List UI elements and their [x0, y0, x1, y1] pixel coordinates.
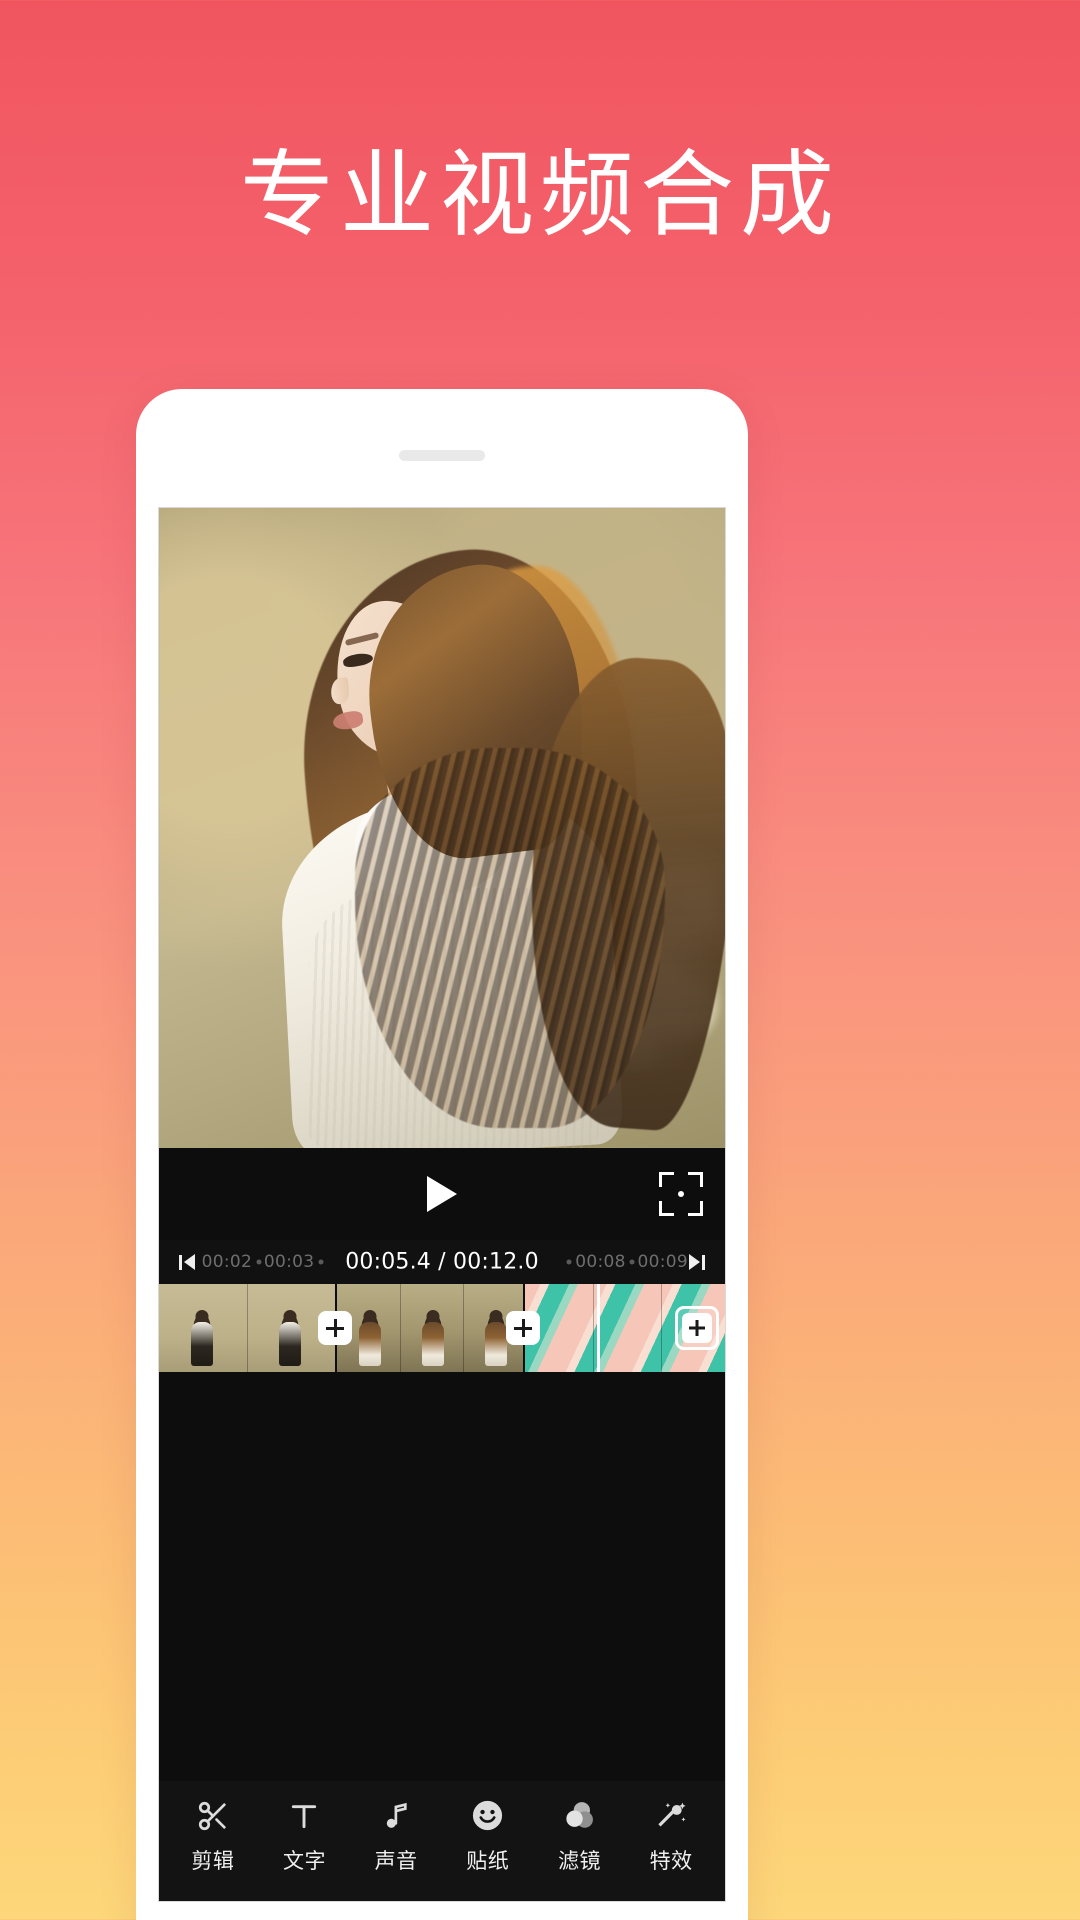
add-clip-button[interactable]	[675, 1306, 719, 1350]
time-ruler[interactable]: 00:02 00:03 00:05.4 / 00:12.0 00:08 00:0…	[159, 1240, 725, 1284]
bottom-toolbar: 剪辑 文字 声音 贴纸 滤镜 特效	[159, 1781, 725, 1901]
ruler-tick-label: 00:09	[637, 1252, 688, 1272]
scissors-icon	[196, 1798, 230, 1834]
ruler-tick-dot	[629, 1259, 635, 1265]
tool-label: 声音	[374, 1848, 418, 1873]
ruler-tick-label: 00:08	[575, 1252, 626, 1272]
tool-effect[interactable]: 特效	[627, 1798, 715, 1875]
skip-previous-icon[interactable]	[179, 1254, 195, 1270]
time-readout: 00:05.4 / 00:12.0	[345, 1249, 539, 1275]
tool-edit[interactable]: 剪辑	[169, 1798, 257, 1875]
ruler-tick-label: 00:03	[263, 1252, 315, 1272]
tool-label: 滤镜	[557, 1848, 601, 1873]
tool-label: 剪辑	[191, 1848, 235, 1873]
timeline-clip[interactable]	[335, 1284, 523, 1372]
tool-label: 特效	[649, 1848, 693, 1873]
app-screen: 00:02 00:03 00:05.4 / 00:12.0 00:08 00:0…	[158, 507, 726, 1902]
transition-add-button[interactable]	[318, 1311, 352, 1345]
crop-center-dot-icon	[678, 1191, 684, 1197]
skip-next-icon[interactable]	[689, 1254, 705, 1270]
timeline-clip[interactable]	[159, 1284, 335, 1372]
tool-filter[interactable]: 滤镜	[535, 1798, 623, 1875]
timeline-empty-area	[159, 1372, 725, 1522]
clip-timeline[interactable]	[159, 1284, 725, 1372]
playhead[interactable]	[597, 1284, 600, 1372]
video-preview[interactable]	[159, 508, 725, 1148]
play-icon	[427, 1176, 457, 1212]
tool-audio[interactable]: 声音	[352, 1798, 440, 1875]
text-t-icon	[288, 1798, 320, 1834]
page-title: 专业视频合成	[0, 141, 1080, 250]
crop-fullscreen-button[interactable]	[659, 1172, 703, 1216]
phone-mockup: 00:02 00:03 00:05.4 / 00:12.0 00:08 00:0…	[136, 389, 748, 1920]
magic-wand-icon	[654, 1798, 689, 1834]
player-controls	[159, 1148, 725, 1240]
ruler-tick-label: 00:02	[201, 1252, 253, 1272]
portrait-subject	[159, 508, 725, 1148]
music-note-icon	[380, 1798, 412, 1834]
ruler-tick-dot	[318, 1259, 324, 1265]
ruler-tick-dot	[566, 1259, 572, 1265]
tool-label: 贴纸	[466, 1848, 510, 1873]
tool-sticker[interactable]: 贴纸	[444, 1798, 532, 1875]
tool-text[interactable]: 文字	[260, 1798, 348, 1875]
add-clip-icon	[682, 1313, 712, 1343]
speaker-grille-icon	[399, 450, 485, 461]
headline-text: 专业视频合成	[239, 141, 840, 250]
smiley-icon	[470, 1798, 505, 1834]
play-button[interactable]	[419, 1171, 465, 1217]
tool-label: 文字	[282, 1848, 326, 1873]
ruler-tick-dot	[256, 1259, 262, 1265]
filter-circles-icon	[562, 1798, 597, 1834]
transition-add-button[interactable]	[506, 1311, 540, 1345]
